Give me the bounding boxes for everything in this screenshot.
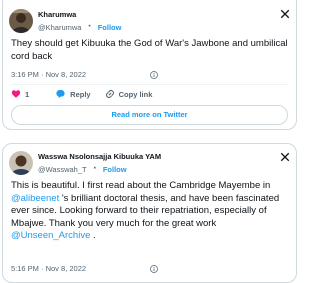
like-count: 1 <box>25 89 30 99</box>
tweet-meta: 5:16 PM · Nov 8, 2022 <box>11 264 158 273</box>
tweet-card[interactable]: Kharumwa @Kharumwa · Follow They should … <box>2 0 297 130</box>
heart-icon <box>11 90 21 98</box>
link-icon <box>105 89 114 99</box>
display-name[interactable]: Kharumwa <box>38 9 121 20</box>
reply-label: Reply <box>70 89 91 99</box>
separator-dot: · <box>86 17 93 34</box>
handle[interactable]: @Wasswah_T <box>38 165 87 174</box>
x-logo-icon[interactable] <box>280 9 290 19</box>
mention-link[interactable]: @alibeenet <box>11 193 59 204</box>
like-button[interactable]: 1 <box>11 89 41 99</box>
info-icon[interactable] <box>150 264 158 273</box>
text-part: This is beautiful. I first read about th… <box>11 180 271 191</box>
separator-dot: · <box>92 159 98 176</box>
reply-button[interactable]: Reply <box>55 89 91 99</box>
x-logo-icon[interactable] <box>280 152 290 162</box>
tweet-text: This is beautiful. I first read about th… <box>11 180 288 243</box>
mention-link[interactable]: @Unseen_Archive <box>11 230 90 241</box>
divider <box>11 84 288 85</box>
follow-button[interactable]: Follow <box>98 23 122 32</box>
tweet-meta: 3:16 PM · Nov 8, 2022 <box>11 70 158 79</box>
read-more-button[interactable]: Read more on Twitter <box>11 105 288 125</box>
tweet-header: Kharumwa @Kharumwa · Follow <box>9 9 122 34</box>
tweet-text: They should get Kibuuka the God of War's… <box>11 38 288 62</box>
avatar[interactable] <box>9 151 33 175</box>
follow-button[interactable]: Follow <box>103 165 127 174</box>
timestamp[interactable]: 5:16 PM · Nov 8, 2022 <box>11 264 86 273</box>
reply-icon <box>56 89 65 99</box>
timestamp[interactable]: 3:16 PM · Nov 8, 2022 <box>11 70 86 79</box>
text-part: . <box>90 230 96 241</box>
info-icon[interactable] <box>150 70 158 79</box>
copy-link-button[interactable]: Copy link <box>105 89 153 99</box>
tweet-header: Wasswa Nsolonsajja Kibuuka YAM @Wasswah_… <box>9 151 161 176</box>
tweet-actions: 1 Reply Copy link <box>11 89 166 99</box>
tweet-card[interactable]: Wasswa Nsolonsajja Kibuuka YAM @Wasswah_… <box>2 143 297 283</box>
avatar[interactable] <box>9 9 33 33</box>
handle[interactable]: @Kharumwa <box>38 23 81 32</box>
copy-link-label: Copy link <box>118 89 153 99</box>
